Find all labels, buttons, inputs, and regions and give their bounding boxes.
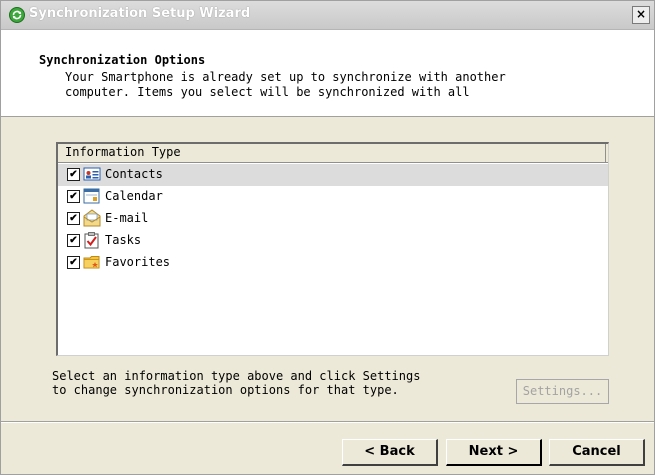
checkbox-email[interactable]: ✔ [67, 212, 80, 225]
close-icon: × [635, 7, 647, 21]
list-item-calendar[interactable]: ✔ Calendar [58, 186, 608, 208]
list-item-email[interactable]: ✔ E-mail [58, 208, 608, 230]
list-item-contacts[interactable]: ✔ Contacts [58, 164, 608, 186]
list-item-label: Calendar [105, 189, 163, 203]
list-item-label: Tasks [105, 233, 142, 247]
wizard-window: Synchronization Setup Wizard × Synchroni… [0, 0, 655, 475]
calendar-icon [83, 188, 100, 204]
settings-button[interactable]: Settings... [516, 379, 609, 404]
cancel-button[interactable]: Cancel [549, 439, 645, 466]
email-icon [83, 209, 101, 227]
title-bar[interactable]: Synchronization Setup Wizard × [1, 1, 654, 30]
close-button[interactable]: × [632, 6, 650, 24]
list-item-tasks[interactable]: ✔ Tasks [58, 230, 608, 252]
page-description-line2: computer. Items you select will be synch… [65, 85, 470, 99]
checkbox-favorites[interactable]: ✔ [67, 256, 80, 269]
checkbox-tasks[interactable]: ✔ [67, 234, 80, 247]
back-button[interactable]: < Back [342, 439, 438, 466]
footer-divider-highlight [1, 422, 654, 423]
next-button[interactable]: Next > [446, 439, 542, 466]
help-text: Select an information type above and cli… [52, 369, 420, 397]
favorites-icon [83, 256, 100, 269]
list-item-favorites[interactable]: ✔ Favorites [58, 252, 608, 274]
information-type-list[interactable]: Information Type ✔ Contacts ✔ Calendar ✔… [56, 142, 609, 356]
checkbox-contacts[interactable]: ✔ [67, 168, 80, 181]
page-description: Your Smartphone is already set up to syn… [65, 70, 625, 100]
tasks-icon [84, 232, 99, 249]
list-item-label: E-mail [105, 211, 149, 225]
list-item-label: Favorites [105, 255, 171, 269]
contacts-icon [83, 167, 101, 181]
help-text-line1: Select an information type above and cli… [52, 369, 421, 383]
sync-icon [9, 7, 25, 23]
list-item-label: Contacts [105, 167, 163, 181]
checkbox-calendar[interactable]: ✔ [67, 190, 80, 203]
list-header: Information Type [58, 144, 608, 163]
help-text-line2: to change synchronization options for th… [52, 383, 399, 397]
page-description-line1: Your Smartphone is already set up to syn… [65, 70, 506, 84]
column-header-information-type[interactable]: Information Type [58, 144, 606, 162]
wizard-header: Synchronization Options Your Smartphone … [1, 30, 654, 117]
window-title: Synchronization Setup Wizard [29, 6, 251, 21]
page-title: Synchronization Options [39, 53, 206, 67]
